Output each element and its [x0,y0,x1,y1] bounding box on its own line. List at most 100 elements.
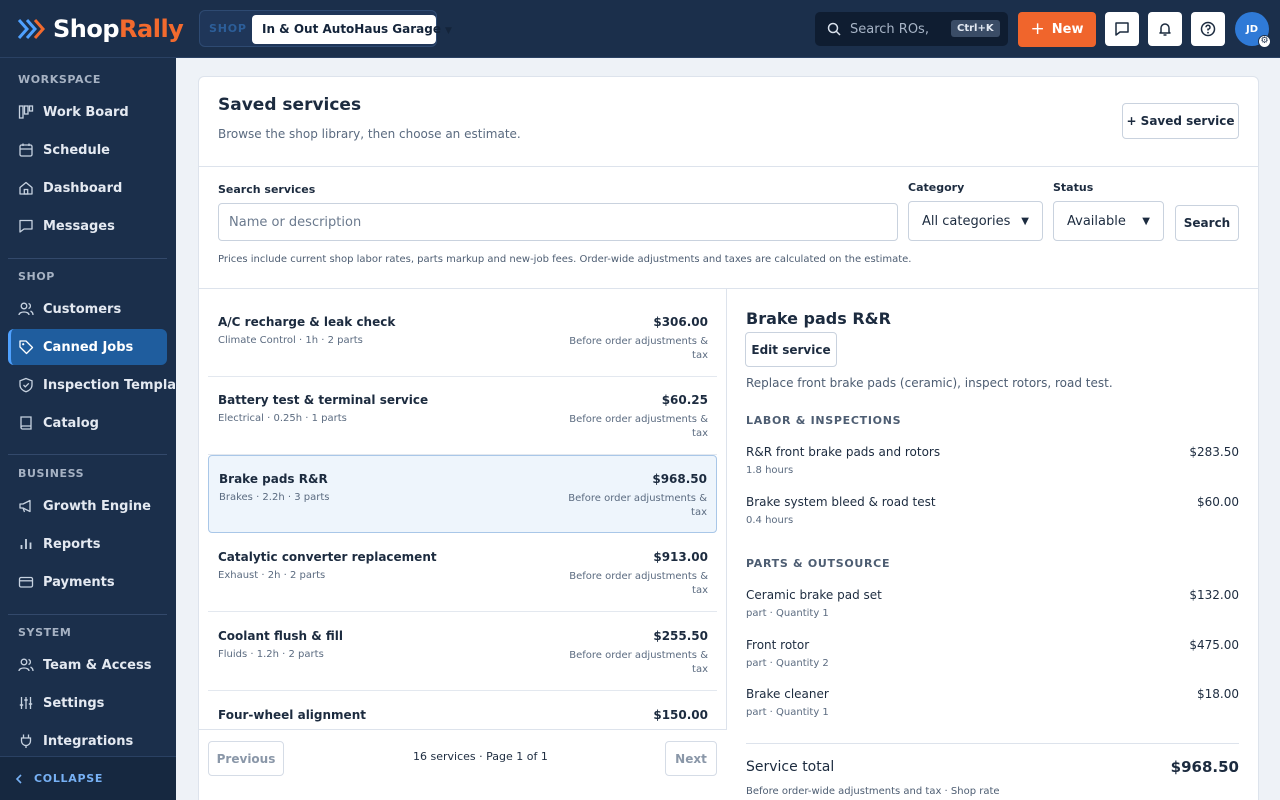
service-meta: Climate Control · 1h · 2 parts [218,335,363,346]
global-search[interactable]: Search ROs, Ctrl+K [815,12,1008,46]
search-placeholder: Search ROs, [850,22,929,37]
add-saved-service-button[interactable]: + Saved service [1122,103,1239,139]
chevron-down-icon: ▼ [1021,215,1029,227]
service-name: Four-wheel alignment [218,708,366,722]
line-sub: 1.8 hours [746,465,794,476]
sidebar-item-label: Integrations [43,733,134,749]
sidebar-item-label: Growth Engine [43,498,151,514]
previous-page-button[interactable]: Previous [208,741,284,776]
top-bar: ShopRally SHOP In & Out AutoHaus Garage ▼… [0,0,1280,58]
search-services-input[interactable] [218,203,898,241]
team-icon [18,658,34,672]
section-shop: SHOP [18,270,55,283]
section-workspace: WORKSPACE [18,73,101,86]
search-button[interactable]: Search [1175,205,1239,241]
sidebar-item-work-board[interactable]: Work Board [8,94,167,130]
user-avatar[interactable]: JD ⚙ [1235,12,1271,48]
service-row-battery-test[interactable]: Battery test & terminal service Electric… [208,377,717,455]
line-name: Front rotor [746,638,810,652]
service-detail: Brake pads R&R Edit service Replace fron… [727,289,1258,800]
next-page-button[interactable]: Next [665,741,717,776]
part-line: Front rotor part · Quantity 2 $475.00 [746,638,1239,669]
sidebar-item-team-access[interactable]: Team & Access [8,647,167,683]
sidebar-item-messages[interactable]: Messages [8,208,167,244]
detail-title: Brake pads R&R [746,309,891,328]
sidebar-item-label: Payments [43,574,115,590]
line-price: $283.50 [1189,445,1239,459]
search-icon [827,22,841,36]
sidebar-item-customers[interactable]: Customers [8,291,167,327]
sidebar-item-payments[interactable]: Payments [8,564,167,600]
service-price: $306.00 [653,315,708,329]
caret-down-icon: ▼ [445,26,452,36]
labor-line: R&R front brake pads and rotors 1.8 hour… [746,445,1239,476]
sidebar-item-label: Catalog [43,415,99,431]
sidebar-item-inspection-templates[interactable]: Inspection Templates [8,367,199,403]
line-name: Ceramic brake pad set [746,588,882,602]
service-row-catalytic-converter[interactable]: Catalytic converter replacement Exhaust … [208,534,717,612]
help-button[interactable] [1191,12,1225,46]
section-business: BUSINESS [18,467,85,480]
line-sub: part · Quantity 1 [746,707,829,718]
notifications-button[interactable] [1148,12,1182,46]
bell-icon [1159,23,1171,36]
service-price: $913.00 [653,550,708,564]
new-button[interactable]: + New [1018,12,1096,47]
sidebar-item-reports[interactable]: Reports [8,526,167,562]
line-sub: 0.4 hours [746,515,794,526]
detail-description: Replace front brake pads (ceramic), insp… [746,376,1113,390]
status-select[interactable]: Available ▼ [1053,201,1164,241]
category-value: All categories [922,213,1011,229]
sidebar-divider [8,454,167,455]
pagination-summary: 16 services · Page 1 of 1 [413,750,548,763]
sidebar-item-label: Reports [43,536,101,552]
parts-heading: PARTS & OUTSOURCE [746,557,891,570]
sidebar-item-label: Messages [43,218,115,234]
header-divider [199,166,1258,167]
labor-heading: LABOR & INSPECTIONS [746,414,902,427]
service-row-coolant-flush[interactable]: Coolant flush & fill Fluids · 1.2h · 2 p… [208,613,717,691]
messages-button[interactable] [1105,12,1139,46]
book-icon [20,416,32,430]
line-sub: part · Quantity 2 [746,658,829,669]
chevron-down-icon: ▼ [1142,215,1150,227]
shop-select[interactable]: In & Out AutoHaus Garage ▼ [252,15,452,44]
service-row-ac-recharge[interactable]: A/C recharge & leak check Climate Contro… [208,299,717,377]
edit-service-button[interactable]: Edit service [745,332,837,367]
service-name: Catalytic converter replacement [218,550,437,564]
part-line: Brake cleaner part · Quantity 1 $18.00 [746,687,1239,718]
line-price: $18.00 [1197,687,1239,701]
sidebar-item-settings[interactable]: Settings [8,685,167,721]
sidebar-divider [8,258,167,259]
sidebar-item-schedule[interactable]: Schedule [8,132,167,168]
service-name: Coolant flush & fill [218,629,344,643]
sidebar-item-catalog[interactable]: Catalog [8,405,167,441]
category-select[interactable]: All categories ▼ [908,201,1043,241]
search-services-label: Search services [218,183,316,196]
labor-line: Brake system bleed & road test 0.4 hours… [746,495,1239,526]
shop-switcher: SHOP In & Out AutoHaus Garage ▼ [199,10,452,47]
service-price: $968.50 [652,472,707,486]
service-row-brake-pads[interactable]: Brake pads R&R Brakes · 2.2h · 3 parts $… [208,455,717,533]
sidebar-item-label: Dashboard [43,180,123,196]
sidebar-item-label: Canned Jobs [43,339,134,355]
service-list: A/C recharge & leak check Climate Contro… [199,289,727,800]
sidebar-item-dashboard[interactable]: Dashboard [8,170,167,206]
home-icon [19,181,33,195]
service-price-note: Before order adjustments & tax [569,336,708,361]
brand-name: ShopRally [53,15,184,43]
service-name: A/C recharge & leak check [218,315,396,329]
sidebar-item-integrations[interactable]: Integrations [8,723,167,759]
credit-card-icon [18,576,34,588]
service-price: $150.00 [653,708,708,722]
collapse-sidebar-button[interactable]: COLLAPSE [0,756,176,800]
search-shortcut: Ctrl+K [951,20,1000,37]
brand-logo[interactable]: ShopRally [17,14,184,44]
service-total-label: Service total [746,759,835,775]
part-line: Ceramic brake pad set part · Quantity 1 … [746,588,1239,619]
sidebar-item-growth-engine[interactable]: Growth Engine [8,488,167,524]
sidebar-divider [8,614,167,615]
sidebar-item-canned-jobs[interactable]: Canned Jobs [8,329,167,365]
service-meta: Fluids · 1.2h · 2 parts [218,649,324,660]
line-price: $132.00 [1189,588,1239,602]
